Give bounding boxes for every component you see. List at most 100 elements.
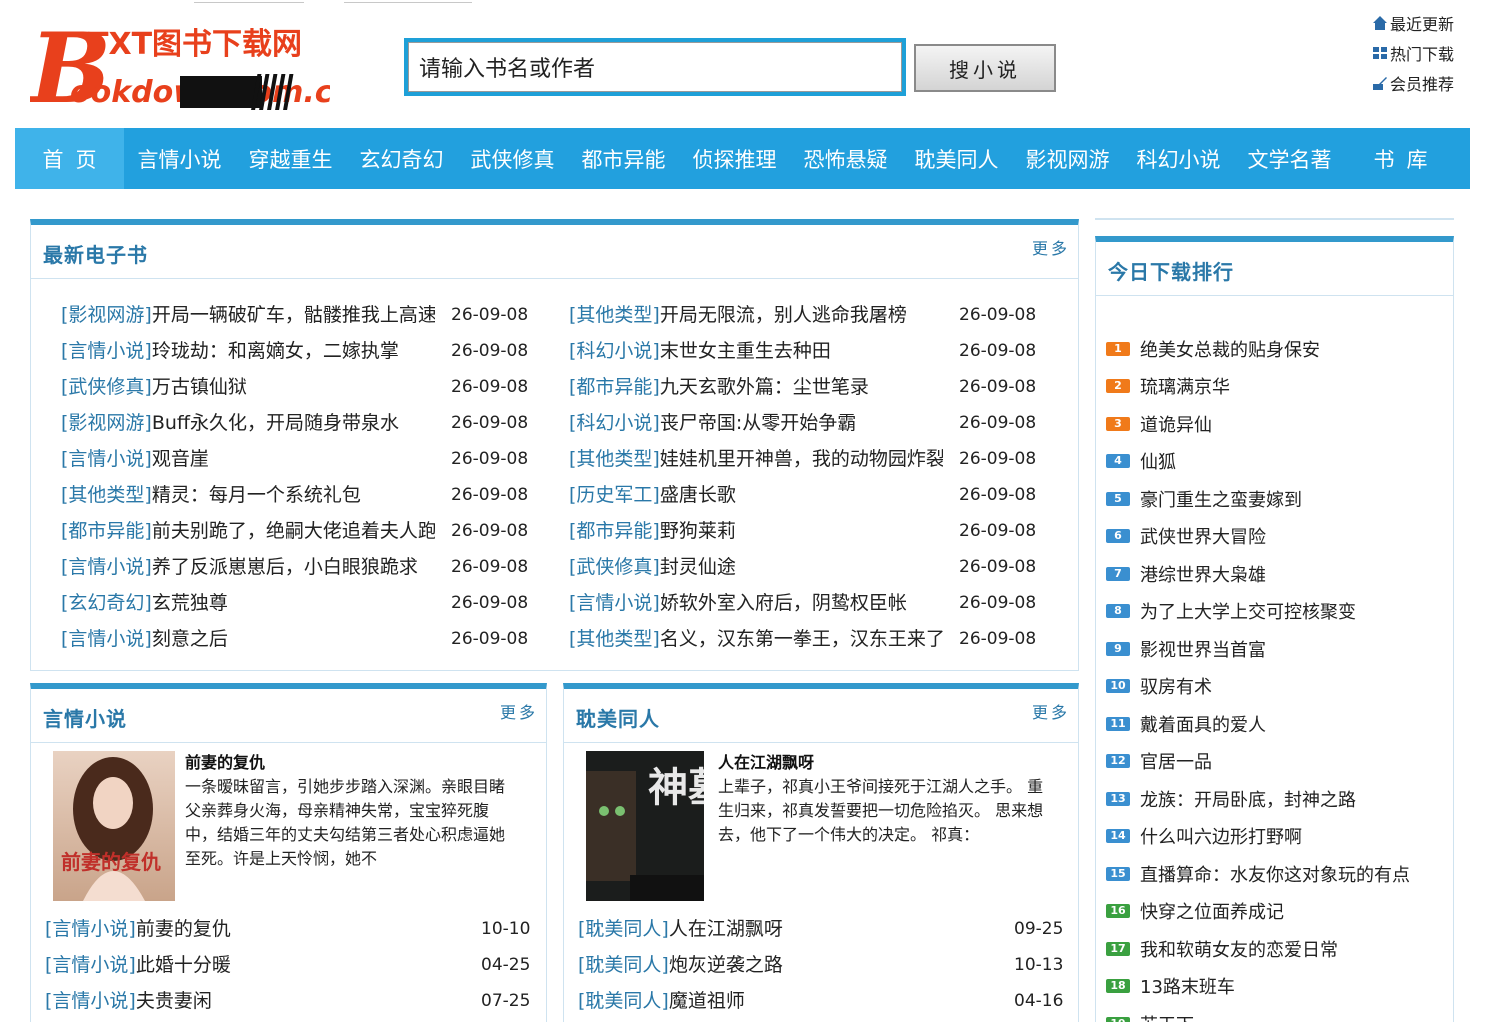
book-row[interactable]: [言情小说]夫贵妻闲 07-25: [45, 983, 535, 1019]
ranking-item[interactable]: 15 直播算命：水友你这对象玩的有点: [1106, 855, 1410, 893]
book-title[interactable]: 此婚十分暖: [136, 954, 231, 976]
category-label[interactable]: [影视网游]: [61, 304, 152, 326]
nav-horror[interactable]: 恐怖悬疑: [790, 128, 901, 189]
book-title[interactable]: 玲珑劫：和离嫡女，二嫁执掌: [152, 340, 399, 362]
category-label[interactable]: [其他类型]: [569, 304, 660, 326]
nav-wuxia[interactable]: 武侠修真: [457, 128, 568, 189]
category-label[interactable]: [言情小说]: [61, 556, 152, 578]
nav-home[interactable]: 首页: [15, 128, 124, 189]
book-cover[interactable]: 前妻的复仇: [53, 751, 175, 901]
book-link[interactable]: [科幻小说]末世女主重生去种田: [569, 333, 943, 369]
nav-time-travel[interactable]: 穿越重生: [235, 128, 346, 189]
book-title[interactable]: 炮灰逆袭之路: [669, 954, 783, 976]
latest-book-row[interactable]: [武侠修真]封灵仙途 26-09-08: [569, 549, 1059, 585]
site-logo[interactable]: B TXT图书下载网 ookdown.com.cn: [27, 12, 354, 125]
ranking-book-title[interactable]: 港综世界大枭雄: [1140, 561, 1266, 587]
ranking-item[interactable]: 14 什么叫六边形打野啊: [1106, 818, 1410, 856]
book-title[interactable]: 万古镇仙狱: [152, 376, 247, 398]
ranking-item[interactable]: 7 港综世界大枭雄: [1106, 555, 1410, 593]
book-link[interactable]: [玄幻奇幻]玄荒独尊: [61, 585, 435, 621]
book-link[interactable]: [其他类型]娃娃机里开神兽，我的动物园炸裂了: [569, 441, 943, 477]
ranking-book-title[interactable]: 豪门重生之蛮妻嫁到: [1140, 486, 1302, 512]
book-cover[interactable]: 神墓: [586, 751, 708, 901]
ranking-book-title[interactable]: 快穿之位面养成记: [1140, 898, 1284, 924]
book-title[interactable]: 娃娃机里开神兽，我的动物园炸裂了: [660, 448, 943, 470]
latest-book-row[interactable]: [其他类型]名义，汉东第一拳王，汉东王来了 26-09-08: [569, 621, 1059, 657]
more-link[interactable]: 更多: [1032, 699, 1070, 723]
ranking-item[interactable]: 8 为了上大学上交可控核聚变: [1106, 593, 1410, 631]
ranking-item[interactable]: 6 武侠世界大冒险: [1106, 518, 1410, 556]
category-label[interactable]: [武侠修真]: [569, 556, 660, 578]
book-title[interactable]: 夫贵妻闲: [136, 990, 212, 1012]
latest-book-row[interactable]: [科幻小说]丧尸帝国:从零开始争霸 26-09-08: [569, 405, 1059, 441]
category-label[interactable]: [言情小说]: [45, 990, 136, 1012]
nav-romance[interactable]: 言情小说: [124, 128, 235, 189]
book-row[interactable]: [耽美同人]炮灰逆袭之路 10-13: [578, 947, 1068, 983]
ranking-book-title[interactable]: 驭房有术: [1140, 673, 1212, 699]
book-link[interactable]: [言情小说]玲珑劫：和离嫡女，二嫁执掌: [61, 333, 435, 369]
ranking-item[interactable]: 16 快穿之位面养成记: [1106, 893, 1410, 931]
ranking-book-title[interactable]: 13路末班车: [1140, 973, 1235, 999]
latest-book-row[interactable]: [言情小说]玲珑劫：和离嫡女，二嫁执掌 26-09-08: [61, 333, 551, 369]
quick-link-hot[interactable]: 热门下载: [1314, 38, 1454, 68]
book-title[interactable]: 九天玄歌外篇：尘世笔录: [660, 376, 869, 398]
nav-detective[interactable]: 侦探推理: [679, 128, 790, 189]
search-input[interactable]: [408, 42, 902, 92]
ranking-book-title[interactable]: 直播算命：水友你这对象玩的有点: [1140, 861, 1410, 887]
book-title[interactable]: 人在江湖飘呀: [669, 918, 783, 940]
category-label[interactable]: [言情小说]: [45, 918, 136, 940]
book-title[interactable]: 开局一辆破矿车，骷髅推我上高速: [152, 304, 435, 326]
book-row[interactable]: [耽美同人]人在江湖飘呀 09-25: [578, 911, 1068, 947]
ranking-item[interactable]: 17 我和软萌女友的恋爱日常: [1106, 930, 1410, 968]
book-link[interactable]: [言情小说]观音崖: [61, 441, 435, 477]
category-label[interactable]: [耽美同人]: [578, 954, 669, 976]
ranking-book-title[interactable]: 官居一品: [1140, 748, 1212, 774]
ranking-book-title[interactable]: 道诡异仙: [1140, 411, 1212, 437]
latest-book-row[interactable]: [言情小说]刻意之后 26-09-08: [61, 621, 551, 657]
book-title[interactable]: 观音崖: [152, 448, 209, 470]
category-label[interactable]: [耽美同人]: [578, 918, 669, 940]
more-link[interactable]: 更多: [500, 699, 538, 723]
book-link[interactable]: [言情小说]娇软外室入府后，阴鸷权臣帐: [569, 585, 943, 621]
book-title[interactable]: 魔道祖师: [669, 990, 745, 1012]
featured-title[interactable]: 前妻的复仇: [185, 751, 515, 775]
nav-fantasy[interactable]: 玄幻奇幻: [346, 128, 457, 189]
book-title[interactable]: 野狗莱莉: [660, 520, 736, 542]
category-label[interactable]: [都市异能]: [61, 520, 152, 542]
nav-classics[interactable]: 文学名著: [1234, 128, 1345, 189]
ranking-book-title[interactable]: 仙狐: [1140, 448, 1176, 474]
latest-book-row[interactable]: [都市异能]九天玄歌外篇：尘世笔录 26-09-08: [569, 369, 1059, 405]
book-title[interactable]: 刻意之后: [152, 628, 228, 650]
book-link[interactable]: [其他类型]名义，汉东第一拳王，汉东王来了: [569, 621, 943, 657]
category-label[interactable]: [其他类型]: [569, 628, 660, 650]
category-label[interactable]: [都市异能]: [569, 376, 660, 398]
category-label[interactable]: [科幻小说]: [569, 340, 660, 362]
ranking-item[interactable]: 12 官居一品: [1106, 743, 1410, 781]
latest-book-row[interactable]: [其他类型]开局无限流，别人逃命我屠榜 26-09-08: [569, 297, 1059, 333]
latest-book-row[interactable]: [玄幻奇幻]玄荒独尊 26-09-08: [61, 585, 551, 621]
book-title[interactable]: 养了反派崽崽后，小白眼狼跪求: [152, 556, 418, 578]
more-link[interactable]: 更多: [1032, 235, 1070, 259]
book-title[interactable]: 开局无限流，别人逃命我屠榜: [660, 304, 907, 326]
search-button[interactable]: 搜小说: [914, 44, 1056, 92]
latest-book-row[interactable]: [都市异能]野狗莱莉 26-09-08: [569, 513, 1059, 549]
category-label[interactable]: [其他类型]: [569, 448, 660, 470]
latest-book-row[interactable]: [武侠修真]万古镇仙狱 26-09-08: [61, 369, 551, 405]
category-label[interactable]: [玄幻奇幻]: [61, 592, 152, 614]
book-link[interactable]: [言情小说]养了反派崽崽后，小白眼狼跪求: [61, 549, 435, 585]
book-link[interactable]: [影视网游]Buff永久化，开局随身带泉水: [61, 405, 435, 441]
category-label[interactable]: [言情小说]: [45, 954, 136, 976]
nav-danmei[interactable]: 耽美同人: [901, 128, 1012, 189]
nav-scifi[interactable]: 科幻小说: [1123, 128, 1234, 189]
category-label[interactable]: [其他类型]: [61, 484, 152, 506]
category-label[interactable]: [历史军工]: [569, 484, 660, 506]
latest-book-row[interactable]: [影视网游]Buff永久化，开局随身带泉水 26-09-08: [61, 405, 551, 441]
latest-book-row[interactable]: [其他类型]娃娃机里开神兽，我的动物园炸裂了 26-09-08: [569, 441, 1059, 477]
book-link[interactable]: [武侠修真]万古镇仙狱: [61, 369, 435, 405]
nav-library[interactable]: 书库: [1345, 128, 1456, 189]
ranking-item[interactable]: 18 13路末班车: [1106, 968, 1410, 1006]
latest-book-row[interactable]: [影视网游]开局一辆破矿车，骷髅推我上高速 26-09-08: [61, 297, 551, 333]
ranking-book-title[interactable]: 苏天下: [1140, 1011, 1194, 1022]
book-title[interactable]: 前夫别跪了，绝嗣大佬追着夫人跑: [152, 520, 435, 542]
book-link[interactable]: [都市异能]前夫别跪了，绝嗣大佬追着夫人跑: [61, 513, 435, 549]
